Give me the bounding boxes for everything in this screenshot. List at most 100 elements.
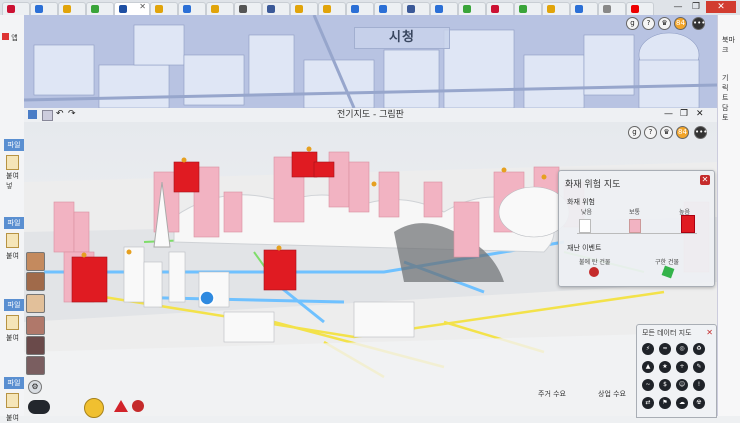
browser-tab[interactable]	[486, 2, 514, 15]
google-icon[interactable]: g	[628, 126, 641, 139]
facebook-icon	[267, 5, 275, 13]
police-icon[interactable]: ★	[659, 361, 671, 373]
minimize-button[interactable]: —	[670, 1, 686, 13]
counter-badge[interactable]: 84	[674, 17, 687, 30]
site-icon	[463, 5, 471, 13]
close-icon[interactable]: ✕	[700, 175, 710, 185]
disaster-section-label: 재난 이벤트	[567, 244, 602, 252]
site-icon	[323, 5, 331, 13]
city-view-top: 시청 g ? ♛ 84 •••	[24, 15, 717, 108]
browser-tab[interactable]	[30, 2, 58, 15]
browser-tab[interactable]	[206, 2, 234, 15]
minimize-button[interactable]: —	[664, 109, 673, 119]
risk-scale-line	[577, 233, 697, 234]
browser-tab[interactable]	[346, 2, 374, 15]
maximize-button[interactable]: ❐	[680, 109, 688, 119]
risk-section-label: 화재 위험	[567, 198, 595, 206]
trophy-icon[interactable]: ♛	[658, 17, 671, 30]
trophy-icon[interactable]: ♛	[660, 126, 673, 139]
apps-bookmark[interactable]: 앱	[2, 33, 18, 43]
advisor-icon[interactable]	[84, 398, 104, 418]
paste-icon[interactable]	[6, 233, 19, 248]
paste-label: 붙여	[6, 414, 19, 422]
browser-tab[interactable]	[290, 2, 318, 15]
warning-icon[interactable]	[114, 400, 128, 412]
camera-control-icon[interactable]	[28, 400, 50, 414]
browser-tab[interactable]	[2, 2, 30, 15]
browser-tab-active[interactable]: ✕	[114, 2, 150, 15]
google-icon	[35, 5, 43, 13]
browser-tab[interactable]	[86, 2, 114, 15]
browser-tab[interactable]	[318, 2, 346, 15]
close-icon[interactable]: ✕	[706, 328, 713, 337]
browser-tab[interactable]	[234, 2, 262, 15]
paste-icon[interactable]	[6, 315, 19, 330]
sewage-icon[interactable]: ◎	[676, 343, 688, 355]
browser-tab[interactable]	[570, 2, 598, 15]
side-label: 릭	[722, 84, 729, 92]
ribbon-tab-file[interactable]: 파일	[4, 299, 24, 311]
browser-tab[interactable]	[598, 2, 626, 15]
browser-tab[interactable]	[514, 2, 542, 15]
browser-tab[interactable]	[262, 2, 290, 15]
google-icon[interactable]: g	[626, 17, 639, 30]
wind-icon[interactable]: ~	[642, 379, 654, 391]
health-icon[interactable]: +	[676, 361, 688, 373]
radiation-icon[interactable]: ☢	[693, 397, 705, 409]
education-icon[interactable]: ✎	[693, 361, 705, 373]
water-icon[interactable]: ≈	[659, 343, 671, 355]
top-frame-title: 시청	[354, 27, 450, 49]
settings-icon[interactable]: ⚙	[28, 380, 42, 394]
browser-tab[interactable]	[626, 2, 654, 15]
paste-label: 붙여	[6, 334, 19, 342]
browser-tab[interactable]	[374, 2, 402, 15]
browser-tab[interactable]	[542, 2, 570, 15]
close-window-button[interactable]: ✕	[696, 109, 704, 119]
crime-icon[interactable]: !	[693, 379, 705, 391]
avatar[interactable]	[26, 356, 45, 375]
browser-tab[interactable]	[178, 2, 206, 15]
power-icon[interactable]: ⚡	[642, 343, 654, 355]
pollution-icon[interactable]: ☁	[676, 397, 688, 409]
fire-risk-panel: 화재 위험 지도 ✕ 화재 위험 낮음 보통 높음 재난 이벤트 불에 탄 건물…	[558, 170, 715, 287]
question-icon[interactable]: ?	[642, 17, 655, 30]
garbage-icon[interactable]: ♻	[693, 343, 705, 355]
paste-icon[interactable]	[6, 393, 19, 408]
fire-icon[interactable]: ▲	[642, 361, 654, 373]
fire-alert-icon[interactable]	[132, 400, 144, 412]
avatar[interactable]	[26, 252, 45, 271]
close-window-button[interactable]: ✕	[706, 1, 736, 13]
happiness-icon[interactable]: ☺	[676, 379, 688, 391]
maximize-button[interactable]: ❐	[688, 1, 704, 13]
avatar[interactable]	[26, 294, 45, 313]
question-icon[interactable]: ?	[644, 126, 657, 139]
traffic-icon[interactable]: ⇄	[642, 397, 654, 409]
building-high-icon	[681, 215, 695, 233]
residential-demand-label[interactable]: 주거 수요	[538, 388, 566, 400]
ribbon-tab-file[interactable]: 파일	[4, 217, 24, 229]
browser-tab[interactable]	[458, 2, 486, 15]
paint-window-title: 전기지도 - 그림판	[337, 110, 404, 120]
browser-tab[interactable]	[58, 2, 86, 15]
site-icon	[239, 5, 247, 13]
gmail-icon	[7, 5, 15, 13]
ribbon-tab-file[interactable]: 파일	[4, 139, 24, 151]
ribbon-tab-file[interactable]: 파일	[4, 377, 24, 389]
browser-tab[interactable]	[150, 2, 178, 15]
avatar[interactable]	[26, 272, 45, 291]
land-value-icon[interactable]: $	[659, 379, 671, 391]
google-icon	[351, 5, 359, 13]
tourism-icon[interactable]: ⚑	[659, 397, 671, 409]
browser-tab[interactable]	[430, 2, 458, 15]
paste-label: 붙여	[6, 252, 19, 260]
counter-badge[interactable]: 84	[676, 126, 689, 139]
commercial-demand-label[interactable]: 상업 수요	[598, 388, 626, 400]
menu-icon[interactable]: •••	[692, 17, 705, 30]
paste-icon[interactable]	[6, 155, 19, 170]
close-icon[interactable]: ✕	[139, 2, 146, 11]
avatar[interactable]	[26, 316, 45, 335]
avatar[interactable]	[26, 336, 45, 355]
bookmark-label[interactable]: 북마크	[722, 35, 740, 55]
menu-icon[interactable]: •••	[694, 126, 707, 139]
browser-tab[interactable]	[402, 2, 430, 15]
